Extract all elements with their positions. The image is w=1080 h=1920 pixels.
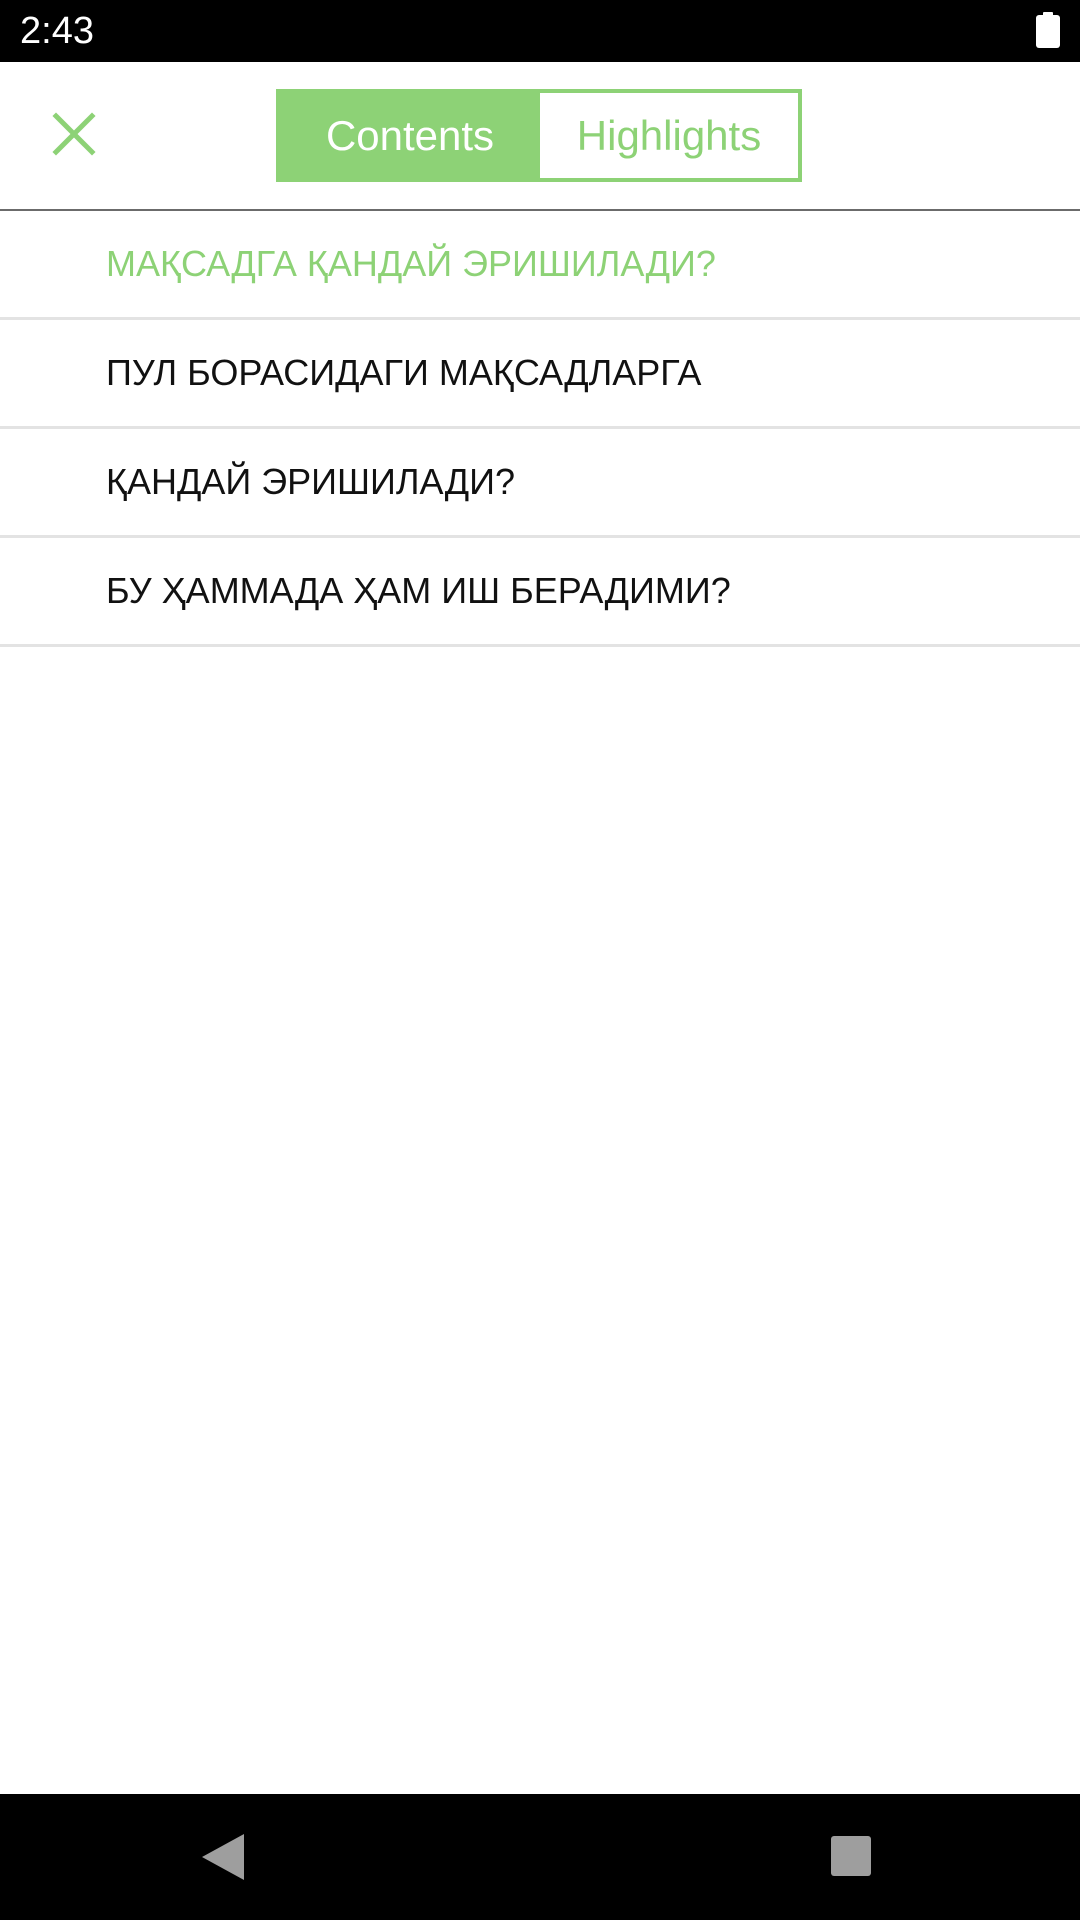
toc-item-current[interactable]: МАҚСАДГА ҚАНДАЙ ЭРИШИЛАДИ? [0, 211, 1080, 320]
recents-square-icon[interactable] [831, 1836, 871, 1876]
screen: 2:43 Contents Highlights МАҚСАДГА ҚАНДАЙ… [0, 0, 1080, 1920]
navigation-bar [0, 1794, 1080, 1920]
tab-highlights[interactable]: Highlights [540, 93, 798, 178]
contents-list: МАҚСАДГА ҚАНДАЙ ЭРИШИЛАДИ? ПУЛ БОРАСИДАГ… [0, 211, 1080, 647]
toc-item[interactable]: ПУЛ БОРАСИДАГИ МАҚСАДЛАРГА [0, 320, 1080, 429]
toc-item-label: БУ ҲАММАДА ҲАМ ИШ БЕРАДИМИ? [106, 570, 731, 611]
status-bar: 2:43 [0, 0, 1080, 62]
toc-item-label: МАҚСАДГА ҚАНДАЙ ЭРИШИЛАДИ? [106, 243, 716, 284]
toc-item-label: ПУЛ БОРАСИДАГИ МАҚСАДЛАРГА [106, 352, 702, 393]
toc-item[interactable]: ҚАНДАЙ ЭРИШИЛАДИ? [0, 429, 1080, 538]
status-time: 2:43 [20, 10, 94, 52]
battery-full-icon [1036, 12, 1060, 48]
close-button[interactable] [38, 98, 110, 170]
toolbar: Contents Highlights [0, 62, 1080, 211]
tab-contents[interactable]: Contents [280, 93, 540, 178]
toc-item[interactable]: БУ ҲАММАДА ҲАМ ИШ БЕРАДИМИ? [0, 538, 1080, 647]
back-button[interactable] [196, 1830, 250, 1884]
back-triangle-icon [202, 1834, 244, 1880]
toc-item-label: ҚАНДАЙ ЭРИШИЛАДИ? [106, 461, 515, 502]
close-icon [52, 112, 96, 156]
contents-highlights-switch: Contents Highlights [276, 89, 802, 182]
